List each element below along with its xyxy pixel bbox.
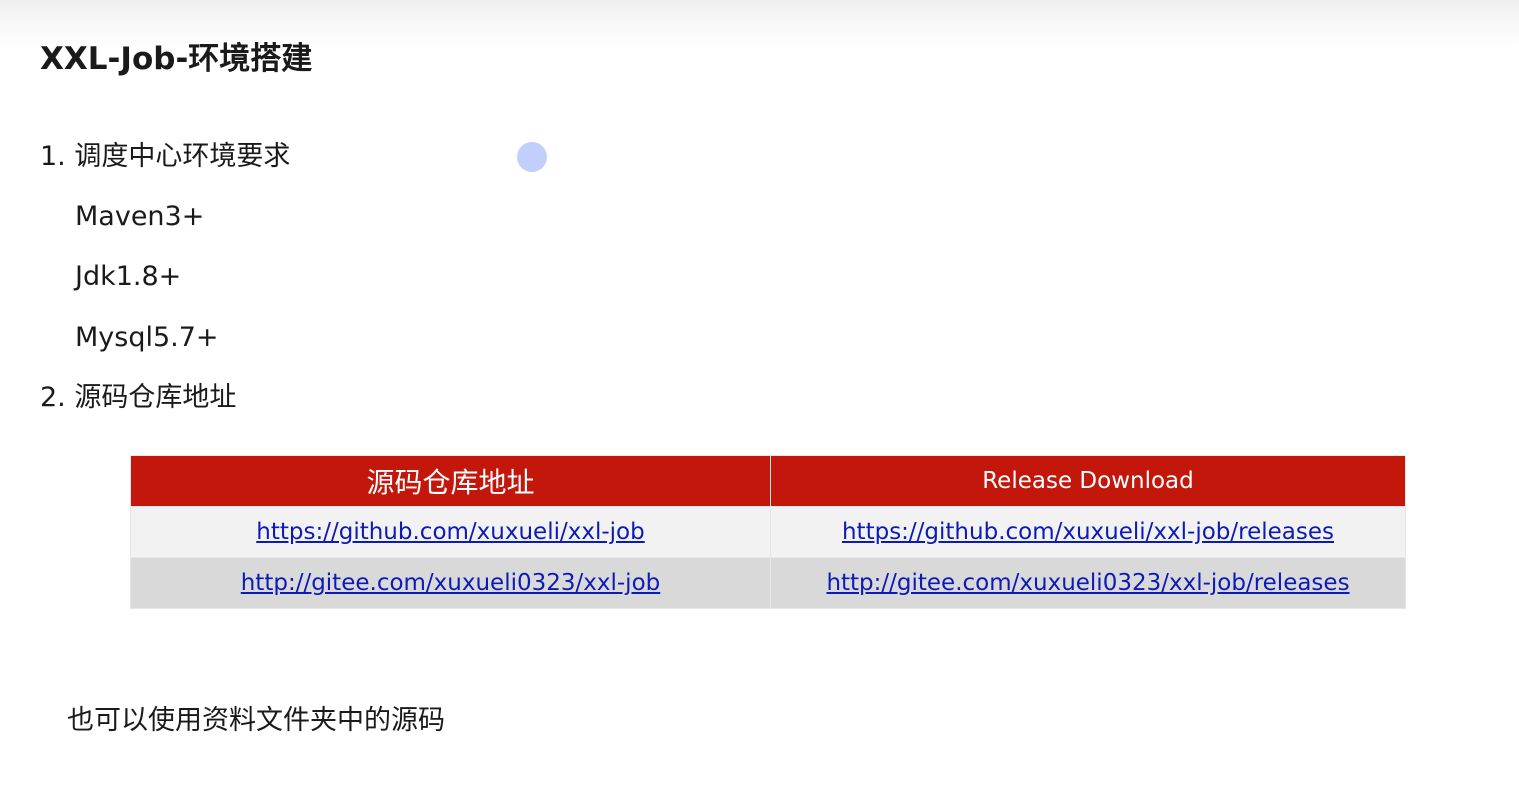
github-repo-link[interactable]: https://github.com/xuxueli/xxl-job <box>256 519 644 545</box>
github-releases-link[interactable]: https://github.com/xuxueli/xxl-job/relea… <box>842 519 1334 545</box>
pointer-cursor-icon <box>517 142 547 172</box>
requirement-maven: Maven3+ <box>75 201 205 232</box>
table-cell: https://github.com/xuxueli/xxl-job <box>130 506 771 558</box>
table-row: https://github.com/xuxueli/xxl-job https… <box>130 506 1406 558</box>
header-source-repo: 源码仓库地址 <box>130 455 771 507</box>
slide-title: XXL-Job-环境搭建 <box>40 41 313 77</box>
list-item-source-repo: 2. 源码仓库地址 <box>40 382 237 413</box>
gitee-releases-link[interactable]: http://gitee.com/xuxueli0323/xxl-job/rel… <box>826 570 1349 596</box>
requirement-mysql: Mysql5.7+ <box>75 322 219 353</box>
table-cell: http://gitee.com/xuxueli0323/xxl-job <box>130 557 771 609</box>
list-item-scheduler-requirements: 1. 调度中心环境要求 <box>40 141 291 172</box>
table-cell: https://github.com/xuxueli/xxl-job/relea… <box>770 506 1406 558</box>
source-note: 也可以使用资料文件夹中的源码 <box>67 705 445 736</box>
requirement-jdk: Jdk1.8+ <box>75 261 182 292</box>
header-release-download: Release Download <box>770 455 1406 507</box>
table-row: http://gitee.com/xuxueli0323/xxl-job htt… <box>130 557 1406 609</box>
repository-table: 源码仓库地址 Release Download https://github.c… <box>130 455 1406 609</box>
gitee-repo-link[interactable]: http://gitee.com/xuxueli0323/xxl-job <box>241 570 661 596</box>
table-header-row: 源码仓库地址 Release Download <box>130 455 1406 507</box>
table-cell: http://gitee.com/xuxueli0323/xxl-job/rel… <box>770 557 1406 609</box>
slide-page: XXL-Job-环境搭建 1. 调度中心环境要求 Maven3+ Jdk1.8+… <box>0 0 1519 788</box>
